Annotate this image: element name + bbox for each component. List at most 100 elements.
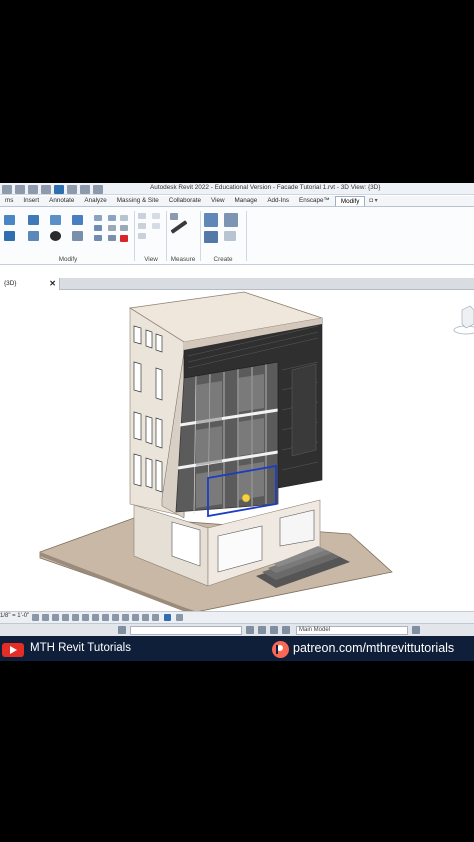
visual-style-icon[interactable] bbox=[42, 614, 49, 621]
tab-collaborate[interactable]: Collaborate bbox=[164, 196, 206, 206]
scale-icon[interactable] bbox=[94, 235, 102, 241]
tab-annotate[interactable]: Annotate bbox=[44, 196, 79, 206]
tab-analyze[interactable]: Analyze bbox=[79, 196, 111, 206]
view-tab-3d[interactable]: {3D} ✕ bbox=[0, 278, 60, 290]
highlight-icon[interactable] bbox=[152, 614, 159, 621]
pin-icon[interactable] bbox=[108, 225, 116, 231]
text-qat-icon[interactable] bbox=[80, 184, 90, 194]
panel-view-label: View bbox=[144, 256, 158, 263]
tab-systems[interactable]: ms bbox=[0, 196, 18, 206]
editable-only-icon[interactable] bbox=[246, 626, 254, 634]
worksharing-icon[interactable] bbox=[132, 614, 139, 621]
show-crop-icon[interactable] bbox=[92, 614, 99, 621]
rotate-icon[interactable] bbox=[50, 231, 61, 241]
workset-select[interactable] bbox=[130, 626, 242, 635]
create-group-icon[interactable] bbox=[204, 231, 218, 243]
close-icon[interactable]: ✕ bbox=[49, 278, 56, 290]
3d-viewport[interactable] bbox=[0, 290, 474, 611]
create-parts-icon[interactable] bbox=[224, 213, 238, 227]
patreon-url: patreon.com/mthrevittutorials bbox=[293, 641, 455, 655]
design-options-icon[interactable] bbox=[258, 626, 266, 634]
view-scale[interactable]: 1/8" = 1'-0" bbox=[0, 613, 29, 619]
ribbon-tabs: ms Insert Annotate Analyze Massing & Sit… bbox=[0, 196, 474, 207]
isolate-icon[interactable] bbox=[152, 223, 160, 229]
align-icon[interactable] bbox=[4, 215, 15, 225]
quick-access-toolbar bbox=[0, 184, 103, 194]
filter-icon[interactable] bbox=[412, 626, 420, 634]
building-model bbox=[39, 291, 474, 611]
view-tabs: {3D} ✕ bbox=[0, 278, 474, 290]
mirror-axis-icon[interactable] bbox=[50, 215, 61, 225]
dimension-icon[interactable] bbox=[170, 220, 188, 234]
save-icon[interactable] bbox=[15, 184, 25, 194]
tab-add-ins[interactable]: Add-Ins bbox=[262, 196, 294, 206]
tab-insert[interactable]: Insert bbox=[18, 196, 44, 206]
create-assembly-icon[interactable] bbox=[204, 213, 218, 227]
redo-icon[interactable] bbox=[41, 184, 51, 194]
default-3d-icon[interactable] bbox=[93, 184, 103, 194]
tab-enscape[interactable]: Enscape™ bbox=[294, 196, 335, 206]
panel-measure: Measure bbox=[166, 209, 200, 263]
branding-bar: MTH Revit Tutorials patreon.com/mthrevit… bbox=[0, 636, 474, 661]
reveal-hidden-icon[interactable] bbox=[122, 614, 129, 621]
temp-view-properties-icon[interactable] bbox=[164, 614, 171, 621]
hide-icon[interactable] bbox=[138, 213, 146, 219]
panel-divider bbox=[134, 211, 135, 261]
analytical-model-icon[interactable] bbox=[142, 614, 149, 621]
panel-divider bbox=[246, 211, 247, 261]
tab-massing-site[interactable]: Massing & Site bbox=[112, 196, 164, 206]
app-menu-icon[interactable] bbox=[2, 184, 12, 194]
create-similar-icon[interactable] bbox=[224, 231, 236, 241]
trim-icon[interactable] bbox=[72, 231, 83, 241]
status-bar: Main Model bbox=[0, 623, 474, 636]
view-tab-label: {3D} bbox=[4, 280, 17, 287]
youtube-icon bbox=[2, 643, 24, 657]
main-model-select[interactable]: Main Model bbox=[296, 626, 408, 635]
measure-qat-icon[interactable] bbox=[67, 184, 77, 194]
view-control-bar: 1/8" = 1'-0" bbox=[0, 611, 474, 623]
offset-icon[interactable] bbox=[28, 215, 39, 225]
constraints-icon[interactable] bbox=[176, 614, 183, 621]
panel-view: View bbox=[136, 209, 166, 263]
panel-modify-label: Modify bbox=[58, 256, 78, 263]
revit-window: Autodesk Revit 2022 - Educational Versio… bbox=[0, 183, 474, 661]
crop-view-icon[interactable] bbox=[82, 614, 89, 621]
thin-lines-icon[interactable] bbox=[54, 184, 64, 194]
patreon-icon bbox=[272, 641, 289, 658]
panel-measure-label: Measure bbox=[170, 256, 196, 263]
viewcube-icon[interactable] bbox=[453, 305, 474, 335]
measure-icon[interactable] bbox=[170, 213, 178, 220]
visibility-icon[interactable] bbox=[152, 213, 160, 219]
select-links-icon[interactable] bbox=[282, 626, 290, 634]
ribbon: Modify View Measure Create bbox=[0, 207, 474, 265]
render-icon[interactable] bbox=[72, 614, 79, 621]
panel-modify: Modify bbox=[0, 209, 136, 263]
shadows-icon[interactable] bbox=[62, 614, 69, 621]
cut-icon[interactable] bbox=[120, 225, 128, 231]
split-face-icon[interactable] bbox=[108, 235, 116, 241]
move-icon[interactable] bbox=[4, 231, 15, 241]
exclude-options-icon[interactable] bbox=[270, 626, 278, 634]
delete-icon[interactable] bbox=[120, 235, 128, 242]
copy-icon[interactable] bbox=[28, 231, 39, 241]
override-icon[interactable] bbox=[138, 223, 146, 229]
undo-icon[interactable] bbox=[28, 184, 38, 194]
sun-path-icon[interactable] bbox=[52, 614, 59, 621]
cursor-highlight bbox=[241, 493, 251, 503]
tab-modify[interactable]: Modify bbox=[334, 196, 366, 206]
array-icon[interactable] bbox=[94, 225, 102, 231]
temp-hide-icon[interactable] bbox=[112, 614, 119, 621]
panel-create: Create bbox=[200, 209, 246, 263]
tab-view[interactable]: View bbox=[206, 196, 230, 206]
split-icon[interactable] bbox=[94, 215, 102, 221]
ribbon-options-icon[interactable]: ◘ ▾ bbox=[369, 196, 377, 206]
lock-view-icon[interactable] bbox=[102, 614, 109, 621]
worksets-icon[interactable] bbox=[118, 626, 126, 634]
join-icon[interactable] bbox=[120, 215, 128, 221]
tab-manage[interactable]: Manage bbox=[230, 196, 263, 206]
detail-level-icon[interactable] bbox=[32, 614, 39, 621]
linework-icon[interactable] bbox=[138, 233, 146, 239]
mirror-draw-icon[interactable] bbox=[72, 215, 83, 225]
title-bar: Autodesk Revit 2022 - Educational Versio… bbox=[0, 183, 474, 195]
unpin-icon[interactable] bbox=[108, 215, 116, 221]
